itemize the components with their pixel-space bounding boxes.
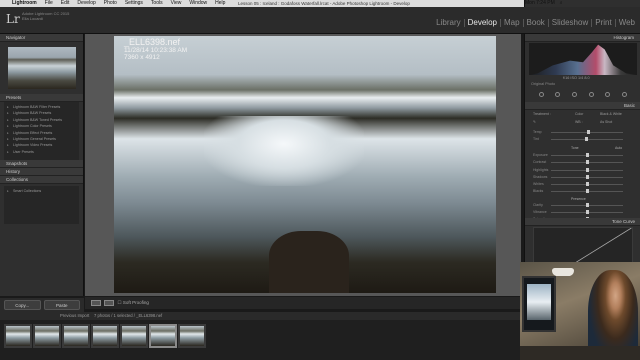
module-web[interactable]: Web bbox=[616, 19, 638, 27]
window-title: Lesson 05 : Iceland : Godafoss Waterfall… bbox=[238, 1, 410, 6]
contrast-slider[interactable]: Contrast bbox=[533, 160, 633, 166]
presets-list: Lightroom B&W Filter Presets Lightroom B… bbox=[4, 102, 79, 160]
paste-button[interactable]: Paste bbox=[43, 300, 80, 310]
spot-removal-icon[interactable] bbox=[555, 92, 561, 97]
photo-datetime: 11/28/14 10:23:38 AM bbox=[124, 47, 188, 54]
tone-curve-header[interactable]: Tone Curve bbox=[525, 218, 640, 226]
filmstrip-source[interactable]: Previous Import bbox=[60, 313, 89, 318]
menu-photo[interactable]: Photo bbox=[100, 0, 121, 7]
brush-icon[interactable] bbox=[622, 92, 628, 97]
wb-select[interactable]: As Shot bbox=[600, 120, 612, 124]
webcam-overlay bbox=[520, 262, 640, 360]
module-picker: Library Develop Map Book Slideshow Print… bbox=[433, 19, 638, 27]
filmstrip-thumb[interactable] bbox=[120, 324, 148, 348]
whites-slider[interactable]: Whites bbox=[533, 182, 633, 188]
presence-label: Presence bbox=[571, 197, 586, 201]
user-name: Ella Locardi bbox=[22, 16, 43, 21]
menu-settings[interactable]: Settings bbox=[121, 0, 147, 7]
smart-collections-folder[interactable]: Smart Collections bbox=[7, 188, 76, 195]
eyedropper-icon[interactable]: ✎ bbox=[533, 120, 536, 124]
tone-label: Tone bbox=[571, 146, 579, 150]
filmstrip-thumb[interactable] bbox=[178, 324, 206, 348]
menu-lightroom[interactable]: Lightroom bbox=[8, 0, 41, 7]
filmstrip-thumb[interactable] bbox=[33, 324, 61, 348]
menu-window[interactable]: Window bbox=[185, 0, 211, 7]
module-slideshow[interactable]: Slideshow bbox=[549, 19, 593, 27]
histogram-header[interactable]: Histogram bbox=[525, 34, 640, 42]
filmstrip-thumb[interactable] bbox=[91, 324, 119, 348]
navigator-header[interactable]: Navigator bbox=[0, 34, 83, 42]
before-after-icon[interactable] bbox=[104, 299, 115, 306]
auto-tone-button[interactable]: Auto bbox=[615, 146, 622, 150]
collections-list: Smart Collections bbox=[4, 186, 79, 224]
module-library[interactable]: Library bbox=[433, 19, 465, 27]
tint-slider[interactable]: Tint bbox=[533, 137, 633, 143]
lightroom-logo: Lr bbox=[6, 12, 20, 26]
module-print[interactable]: Print bbox=[592, 19, 616, 27]
treatment-label: Treatment : bbox=[533, 112, 551, 116]
basic-header[interactable]: Basic bbox=[525, 102, 640, 110]
shadows-slider[interactable]: Shadows bbox=[533, 175, 633, 181]
monitor bbox=[522, 276, 556, 332]
treatment-bw[interactable]: Black & White bbox=[600, 112, 622, 116]
presets-header[interactable]: Presets bbox=[0, 94, 83, 102]
vibrance-slider[interactable]: Vibrance bbox=[533, 210, 633, 216]
exposure-slider[interactable]: Exposure bbox=[533, 153, 633, 159]
histogram-info: f/16 ISO 1/4 8.0 bbox=[563, 76, 590, 80]
identity-plate: Lr Adobe Lightroom CC 2015 Ella Locardi … bbox=[0, 7, 640, 34]
foreground-rock bbox=[269, 231, 349, 293]
filmstrip-thumb-selected[interactable] bbox=[149, 324, 177, 348]
module-develop[interactable]: Develop bbox=[465, 19, 501, 27]
photo-filename: _ELL6398.nef bbox=[124, 37, 181, 47]
filmstrip-thumb[interactable] bbox=[4, 324, 32, 348]
basic-panel: Basic Treatment : Color Black & White ✎ … bbox=[525, 102, 640, 221]
snapshots-header[interactable]: Snapshots bbox=[0, 160, 83, 168]
menu-view[interactable]: View bbox=[167, 0, 186, 7]
apple-icon[interactable] bbox=[0, 0, 8, 7]
copy-button[interactable]: Copy... bbox=[4, 300, 41, 310]
right-panel: Histogram f/16 ISO 1/4 8.0 Original Phot… bbox=[524, 34, 640, 296]
history-header[interactable]: History bbox=[0, 168, 83, 176]
wb-label: WB : bbox=[575, 120, 583, 124]
desk bbox=[520, 346, 640, 360]
lamp bbox=[552, 268, 574, 276]
module-book[interactable]: Book bbox=[524, 19, 549, 27]
graduated-filter-icon[interactable] bbox=[588, 92, 594, 97]
menu-bar: Lightroom File Edit Develop Photo Settin… bbox=[0, 0, 640, 262]
main-photo[interactable]: _ELL6398.nef 11/28/14 10:23:38 AM 7360 x… bbox=[114, 36, 496, 293]
original-photo-checkbox[interactable]: Original Photo bbox=[531, 82, 555, 86]
filmstrip-thumb[interactable] bbox=[62, 324, 90, 348]
loupe-view-icon[interactable] bbox=[91, 299, 101, 306]
filmstrip-info: 7 photos / 1 selected / _ELL6398.nef bbox=[93, 313, 163, 318]
menu-develop[interactable]: Develop bbox=[73, 0, 99, 7]
menu-help[interactable]: Help bbox=[211, 0, 229, 7]
image-view: _ELL6398.nef 11/28/14 10:23:38 AM 7360 x… bbox=[85, 34, 521, 296]
clarity-slider[interactable]: Clarity bbox=[533, 203, 633, 209]
blacks-slider[interactable]: Blacks bbox=[533, 189, 633, 195]
navigator-preview[interactable] bbox=[8, 47, 76, 89]
develop-toolbar: ☐ Soft Proofing bbox=[85, 297, 521, 309]
menu-tools[interactable]: Tools bbox=[147, 0, 167, 7]
red-eye-icon[interactable] bbox=[572, 92, 578, 97]
menu-edit[interactable]: Edit bbox=[57, 0, 74, 7]
crop-icon[interactable] bbox=[538, 92, 544, 97]
photo-dimensions: 7360 x 4912 bbox=[124, 54, 160, 61]
photo-info-overlay: _ELL6398.nef 11/28/14 10:23:38 AM 7360 x… bbox=[124, 37, 188, 62]
module-map[interactable]: Map bbox=[501, 19, 524, 27]
menu-file[interactable]: File bbox=[41, 0, 57, 7]
highlights-slider[interactable]: Highlights bbox=[533, 168, 633, 174]
waterfall-highlight bbox=[204, 116, 364, 186]
radial-filter-icon[interactable] bbox=[605, 92, 611, 97]
tool-strip bbox=[533, 92, 633, 99]
treatment-color[interactable]: Color bbox=[575, 112, 583, 116]
soft-proofing-label: Soft Proofing bbox=[122, 300, 149, 305]
temp-slider[interactable]: Temp bbox=[533, 130, 633, 136]
left-panel: Navigator Presets Lightroom B&W Filter P… bbox=[0, 34, 84, 296]
preset-folder[interactable]: User Presets bbox=[7, 149, 76, 156]
collections-header[interactable]: Collections bbox=[0, 176, 83, 184]
